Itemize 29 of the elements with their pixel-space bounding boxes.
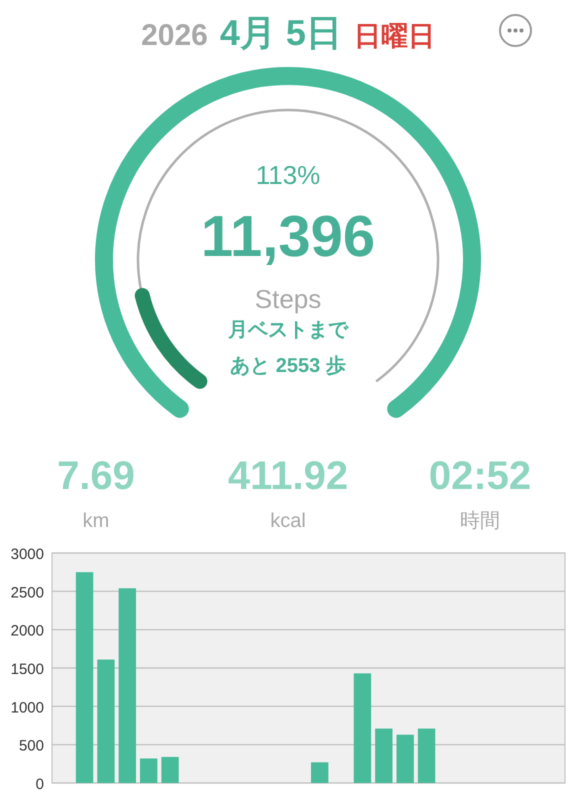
step-count: 11,396 bbox=[200, 208, 376, 266]
more-icon bbox=[507, 28, 524, 33]
stat-value: 7.69 bbox=[57, 453, 135, 500]
percent-label: 113% bbox=[256, 159, 320, 192]
remaining-steps-text: あと 2553 歩 bbox=[230, 356, 346, 376]
stat-value: 02:52 bbox=[428, 453, 532, 500]
more-button[interactable] bbox=[499, 14, 532, 47]
steps-label: Steps bbox=[254, 286, 322, 312]
y-tick-label: 0 bbox=[36, 776, 44, 790]
bar bbox=[375, 728, 392, 783]
y-tick-label: 1500 bbox=[10, 661, 44, 678]
bar bbox=[396, 734, 414, 783]
year-label: 2026 bbox=[141, 18, 208, 54]
y-tick-label: 3000 bbox=[10, 546, 44, 563]
stat-unit: km bbox=[82, 509, 110, 534]
y-tick-label: 2000 bbox=[10, 622, 44, 640]
y-tick-label: 2500 bbox=[10, 584, 44, 602]
y-tick-label: 1000 bbox=[10, 699, 44, 716]
stat-unit: kcal bbox=[270, 509, 306, 534]
y-tick-label: 500 bbox=[18, 738, 44, 755]
stat-unit: 時間 bbox=[460, 509, 500, 534]
bar bbox=[418, 728, 436, 783]
stat-value: 411.92 bbox=[228, 453, 348, 500]
bar bbox=[140, 758, 158, 783]
bar bbox=[311, 762, 328, 783]
weekday-label: 日曜日 bbox=[354, 20, 435, 53]
bar bbox=[161, 756, 179, 783]
monthly-best-text: 月ベストまで bbox=[228, 320, 348, 340]
date-label: 4月 5日 bbox=[220, 11, 342, 55]
